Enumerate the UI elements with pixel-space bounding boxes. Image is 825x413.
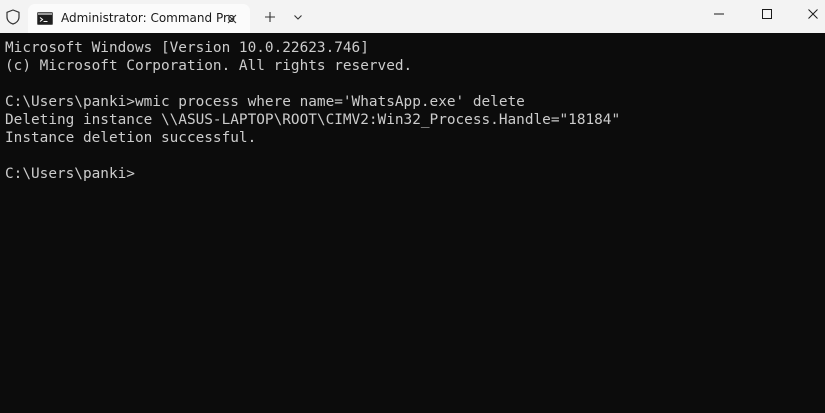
close-icon[interactable] [224,11,240,27]
maximize-icon [762,9,772,19]
terminal-output[interactable]: Microsoft Windows [Version 10.0.22623.74… [5,39,620,183]
terminal-line: Deleting instance \\ASUS-LAPTOP\ROOT\CIM… [5,112,621,128]
terminal-line: C:\Users\panki>wmic process where name='… [5,94,525,110]
close-window-button[interactable] [790,0,825,28]
tab-command-prompt[interactable]: Administrator: Command Pro [28,4,250,33]
terminal-line: Microsoft Windows [Version 10.0.22623.74… [5,40,369,56]
command-prompt-icon [37,12,53,25]
shield-icon [4,8,22,26]
terminal-line: (c) Microsoft Corporation. All rights re… [5,58,413,74]
close-icon [808,9,818,19]
title-bar[interactable]: Administrator: Command Pro [0,0,825,33]
plus-icon[interactable] [261,8,279,26]
chevron-down-icon[interactable] [289,8,307,26]
maximize-button[interactable] [744,0,790,28]
minimize-button[interactable] [696,0,742,28]
terminal-window: Administrator: Command Pro Microsoft Win… [0,0,825,413]
terminal-prompt: C:\Users\panki> [5,166,135,182]
terminal-line: Instance deletion successful. [5,130,257,146]
minimize-icon [714,13,724,15]
tab-title: Administrator: Command Pro [61,11,235,25]
